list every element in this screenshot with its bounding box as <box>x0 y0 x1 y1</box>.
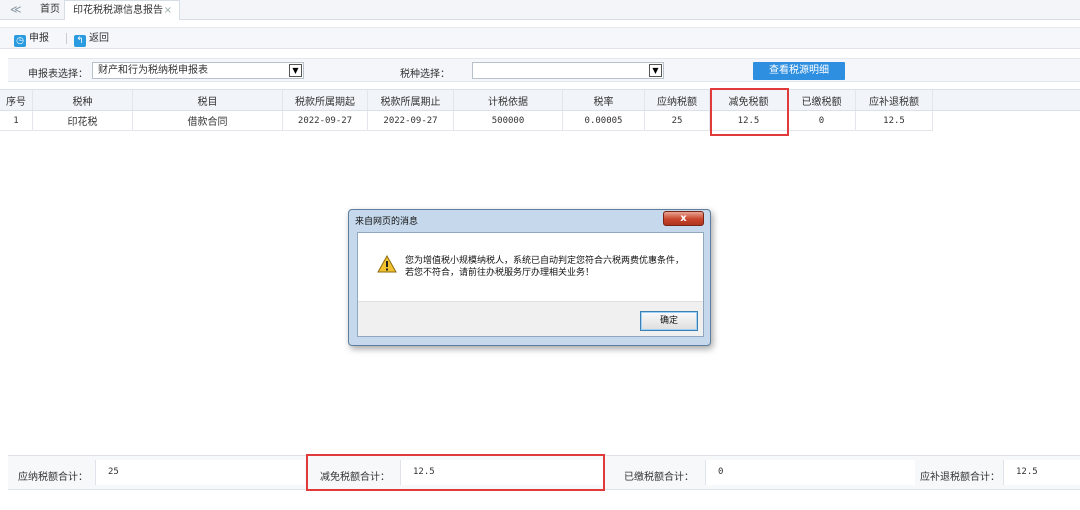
payable-total-value: 25 <box>95 460 305 485</box>
paid-total-label: 已缴税额合计： <box>624 472 694 483</box>
header-index: 序号 <box>0 90 33 110</box>
tabs-scroll-left-icon[interactable]: ≪ <box>10 3 22 16</box>
table-header: 序号 税种 税目 税款所属期起 税款所属期止 计税依据 税率 应纳税额 减免税额… <box>0 89 1080 111</box>
tax-select-label: 税种选择： <box>400 69 450 80</box>
report-select-label: 申报表选择： <box>28 69 88 80</box>
header-paid: 已缴税额 <box>788 90 856 110</box>
dialog-body: 您为增值税小规模纳税人，系统已自动判定您符合六税两费优惠条件， 若您不符合，请前… <box>357 232 704 337</box>
refund-total-value: 12.5 <box>1003 460 1080 485</box>
cell-tax-item: 借款合同 <box>133 111 283 131</box>
cell-paid: 0 <box>788 111 856 131</box>
toolbar-divider <box>66 33 67 44</box>
cell-tax-rate: 0.00005 <box>563 111 645 131</box>
cell-index: 1 <box>0 111 33 131</box>
dialog-close-button[interactable]: x <box>663 211 704 226</box>
header-tax-basis: 计税依据 <box>454 90 563 110</box>
dialog-message-line-2: 若您不符合，请前往办税服务厅办理相关业务！ <box>405 268 595 278</box>
header-tax-item: 税目 <box>133 90 283 110</box>
payable-total-label: 应纳税额合计： <box>18 472 88 483</box>
cell-tax-basis: 500000 <box>454 111 563 131</box>
cell-payable: 25 <box>645 111 710 131</box>
header-tax-rate: 税率 <box>563 90 645 110</box>
table-row[interactable]: 1 印花税 借款合同 2022-09-27 2022-09-27 500000 … <box>0 111 933 131</box>
header-tax-type: 税种 <box>33 90 133 110</box>
cell-period-end: 2022-09-27 <box>368 111 454 131</box>
app-window: ≪ 首页 印花税税源信息报告 × ◷ 申报 ↰ 返回 申报表选择： 财产和行为税纳税… <box>0 0 1080 510</box>
tab-home[interactable]: 首页 <box>32 0 68 20</box>
tab-home-label: 首页 <box>40 4 60 15</box>
dialog-message-line-1: 您为增值税小规模纳税人，系统已自动判定您符合六税两费优惠条件， <box>405 256 685 266</box>
tab-bar: ≪ 首页 印花税税源信息报告 × <box>0 0 1080 20</box>
header-period-end: 税款所属期止 <box>368 90 454 110</box>
toolbar: ◷ 申报 ↰ 返回 <box>0 27 1080 49</box>
dialog-message-area: 您为增值税小规模纳税人，系统已自动判定您符合六税两费优惠条件， 若您不符合，请前… <box>358 233 703 301</box>
relief-column-highlight <box>710 88 789 136</box>
back-button[interactable]: ↰ 返回 <box>74 31 109 47</box>
cell-period-start: 2022-09-27 <box>283 111 368 131</box>
dialog-message: 您为增值税小规模纳税人，系统已自动判定您符合六税两费优惠条件， 若您不符合，请前… <box>405 255 695 279</box>
tab-stamp-tax-report-label: 印花税税源信息报告 <box>73 5 163 16</box>
relief-total-highlight <box>306 454 605 491</box>
return-icon: ↰ <box>74 35 86 47</box>
chevron-down-icon: ▼ <box>649 64 662 77</box>
filter-row: 申报表选择： 财产和行为税纳税申报表 ▼ 税种选择： ▼ 查看税源明细 <box>8 58 1080 82</box>
view-detail-button[interactable]: 查看税源明细 <box>753 62 845 80</box>
report-select-value: 财产和行为税纳税申报表 <box>98 65 208 76</box>
report-select[interactable]: 财产和行为税纳税申报表 ▼ <box>92 62 304 79</box>
declare-button[interactable]: ◷ 申报 <box>14 31 49 47</box>
close-icon: x <box>680 213 687 224</box>
dialog-button-area: 确定 <box>358 301 703 336</box>
paid-total-value: 0 <box>705 460 915 485</box>
tab-close-icon[interactable]: × <box>164 1 172 20</box>
tab-stamp-tax-report[interactable]: 印花税税源信息报告 × <box>64 0 180 20</box>
header-period-start: 税款所属期起 <box>283 90 368 110</box>
tax-select[interactable]: ▼ <box>472 62 664 79</box>
clock-icon: ◷ <box>14 35 26 47</box>
warning-icon <box>377 255 397 273</box>
message-dialog: 来自网页的消息 x 您为增值税小规模纳税人，系统已自动判定您符合六税两费优惠条件… <box>348 209 711 346</box>
header-payable: 应纳税额 <box>645 90 710 110</box>
declare-button-label: 申报 <box>29 33 49 44</box>
refund-total-label: 应补退税额合计： <box>920 472 1000 483</box>
chevron-down-icon: ▼ <box>289 64 302 77</box>
cell-tax-type: 印花税 <box>33 111 133 131</box>
ok-button[interactable]: 确定 <box>640 311 698 331</box>
header-refund: 应补退税额 <box>856 90 933 110</box>
dialog-title: 来自网页的消息 <box>355 217 419 227</box>
cell-refund: 12.5 <box>856 111 933 131</box>
back-button-label: 返回 <box>89 33 109 44</box>
